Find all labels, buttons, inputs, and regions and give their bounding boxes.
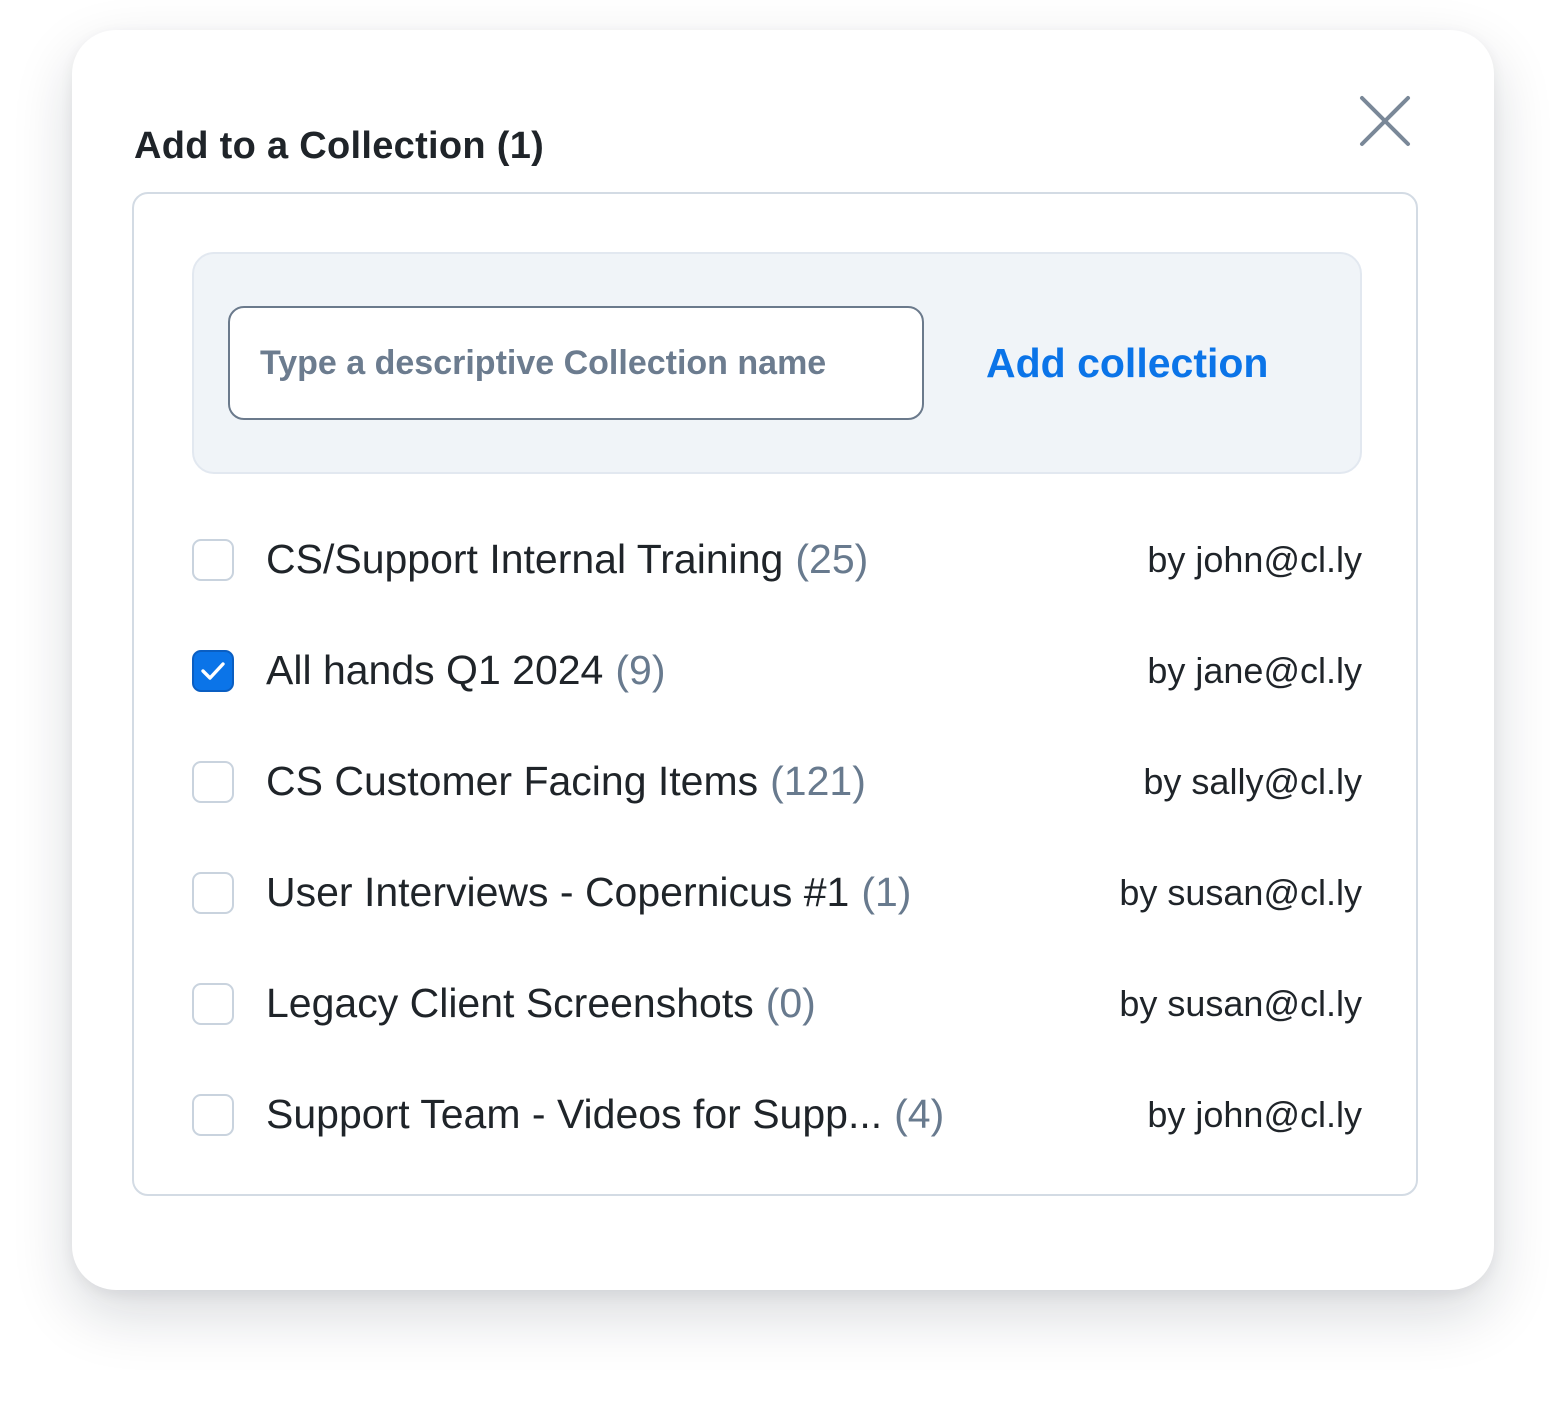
collection-count: (4) xyxy=(894,1091,945,1137)
collection-item[interactable]: Support Team - Videos for Supp... (4) by… xyxy=(190,1059,1364,1170)
collection-item[interactable]: User Interviews - Copernicus #1 (1) by s… xyxy=(190,837,1364,948)
collection-name: All hands Q1 2024 xyxy=(266,647,604,693)
collection-checkbox[interactable] xyxy=(192,760,234,803)
collection-name: User Interviews - Copernicus #1 xyxy=(266,869,850,915)
collection-owner: by john@cl.ly xyxy=(1147,1093,1362,1135)
close-icon xyxy=(1360,96,1410,146)
add-to-collection-dialog: Add to a Collection (1) Add collection C… xyxy=(72,30,1494,1290)
collection-item[interactable]: CS Customer Facing Items (121) by sally@… xyxy=(190,726,1364,837)
collection-name: CS Customer Facing Items xyxy=(266,758,759,804)
collection-name: Support Team - Videos for Supp... xyxy=(266,1091,883,1137)
add-collection-button[interactable]: Add collection xyxy=(974,306,1280,420)
collection-owner: by sally@cl.ly xyxy=(1143,760,1362,802)
collection-list: CS/Support Internal Training (25) by joh… xyxy=(190,504,1364,1170)
collection-name-input[interactable] xyxy=(228,306,924,420)
collection-owner: by susan@cl.ly xyxy=(1119,871,1362,913)
collection-owner: by jane@cl.ly xyxy=(1147,649,1362,691)
close-button[interactable] xyxy=(1352,88,1418,154)
collection-checkbox[interactable] xyxy=(192,538,234,581)
collection-count: (25) xyxy=(795,536,869,582)
collection-item[interactable]: All hands Q1 2024 (9) by jane@cl.ly xyxy=(190,615,1364,726)
collection-checkbox[interactable] xyxy=(192,982,234,1025)
dialog-title: Add to a Collection (1) xyxy=(134,125,545,167)
collections-panel: Add collection CS/Support Internal Train… xyxy=(132,192,1418,1196)
collection-checkbox[interactable] xyxy=(192,649,234,692)
collection-checkbox[interactable] xyxy=(192,1093,234,1136)
collection-item[interactable]: Legacy Client Screenshots (0) by susan@c… xyxy=(190,948,1364,1059)
new-collection-form: Add collection xyxy=(192,252,1362,474)
checkmark-icon xyxy=(201,661,225,680)
collection-name: Legacy Client Screenshots xyxy=(266,980,754,1026)
collection-owner: by susan@cl.ly xyxy=(1119,982,1362,1024)
collection-count: (9) xyxy=(615,647,666,693)
collection-name: CS/Support Internal Training xyxy=(266,536,784,582)
collection-owner: by john@cl.ly xyxy=(1147,538,1362,580)
collection-count: (121) xyxy=(770,758,866,804)
collection-count: (0) xyxy=(765,980,816,1026)
collection-count: (1) xyxy=(861,869,912,915)
collection-item[interactable]: CS/Support Internal Training (25) by joh… xyxy=(190,504,1364,615)
collection-checkbox[interactable] xyxy=(192,871,234,914)
